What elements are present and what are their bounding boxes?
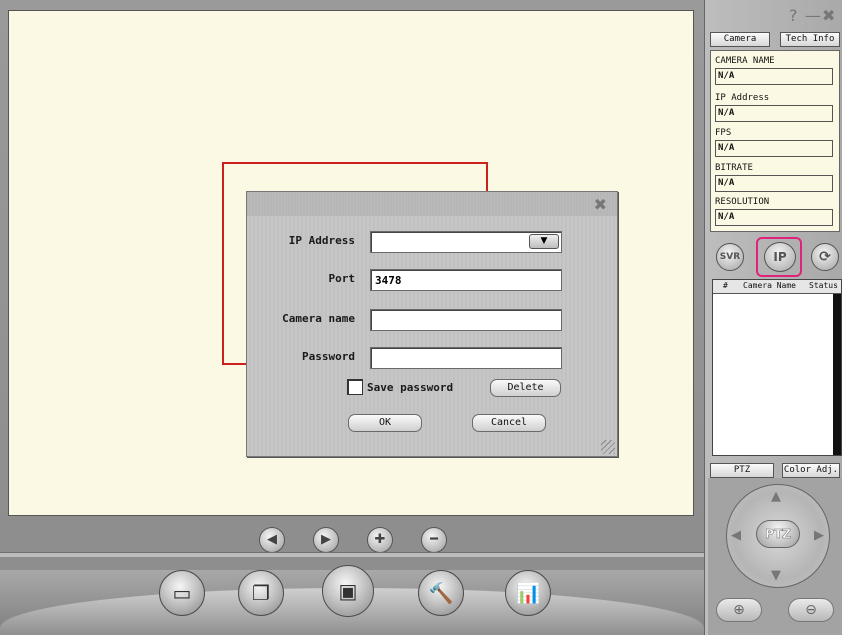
camera-list[interactable]: # Camera Name Status bbox=[712, 279, 842, 456]
cancel-button[interactable]: Cancel bbox=[472, 414, 546, 432]
toolbar-divider bbox=[0, 552, 704, 557]
ip-button[interactable]: IP bbox=[764, 242, 796, 272]
minimize-icon[interactable]: — bbox=[805, 6, 821, 25]
list-scrollbar[interactable] bbox=[833, 294, 841, 455]
bitrate-info-label: BITRATE bbox=[715, 163, 753, 173]
column-camera-name[interactable]: Camera Name bbox=[743, 281, 796, 290]
save-password-label: Save password bbox=[367, 381, 454, 394]
resolution-info-label: RESOLUTION bbox=[715, 197, 770, 207]
zoom-in-icon[interactable]: ⊕ bbox=[716, 598, 762, 622]
ptz-up-icon[interactable]: ▲ bbox=[771, 489, 781, 504]
zoom-out-icon[interactable]: ⊖ bbox=[788, 598, 834, 622]
remove-icon[interactable]: ━ bbox=[421, 527, 447, 553]
tab-ptz[interactable]: PTZ bbox=[710, 463, 774, 478]
tab-camera[interactable]: Camera bbox=[710, 32, 770, 47]
tools-icon[interactable]: 🔨 bbox=[418, 570, 464, 616]
ptz-down-icon[interactable]: ▼ bbox=[771, 568, 781, 583]
fullscreen-icon[interactable]: ▣ bbox=[322, 565, 374, 617]
add-camera-dialog: ✖ IP Address ▼ Port 3478 Camera name Pas… bbox=[246, 191, 618, 457]
ip-address-info-label: IP Address bbox=[715, 93, 770, 103]
chevron-down-icon[interactable]: ▼ bbox=[529, 234, 559, 249]
password-field[interactable] bbox=[370, 347, 562, 369]
delete-button[interactable]: Delete bbox=[490, 379, 561, 397]
camera-name-label: Camera name bbox=[282, 312, 355, 325]
ok-button[interactable]: OK bbox=[348, 414, 422, 432]
camera-info-panel: CAMERA NAME N/A IP Address N/A FPS N/A B… bbox=[710, 50, 840, 232]
resolution-info-value: N/A bbox=[715, 209, 833, 226]
port-field[interactable]: 3478 bbox=[370, 269, 562, 291]
filmstrip-icon[interactable]: ▭ bbox=[159, 570, 205, 616]
ip-address-info-value: N/A bbox=[715, 105, 833, 122]
add-icon[interactable]: ✚ bbox=[367, 527, 393, 553]
ptz-panel: ▲ ▼ ◀ ▶ PTZ ⊕ ⊖ bbox=[708, 478, 842, 635]
tab-color-adj[interactable]: Color Adj. bbox=[782, 463, 840, 478]
refresh-icon[interactable]: ⟳ bbox=[811, 243, 839, 271]
dialog-title-bar[interactable] bbox=[247, 192, 617, 216]
stats-icon[interactable]: 📊 bbox=[505, 570, 551, 616]
svr-button[interactable]: SVR bbox=[716, 243, 744, 271]
resize-grip-icon[interactable] bbox=[601, 440, 615, 454]
main-frame: ✖ IP Address ▼ Port 3478 Camera name Pas… bbox=[0, 0, 704, 635]
fps-info-label: FPS bbox=[715, 128, 732, 138]
column-status[interactable]: Status bbox=[809, 281, 838, 290]
previous-icon[interactable]: ◀ bbox=[259, 527, 285, 553]
help-icon[interactable]: ? bbox=[789, 6, 798, 25]
close-app-icon[interactable]: ✖ bbox=[822, 6, 835, 25]
column-number[interactable]: # bbox=[723, 281, 728, 290]
ip-address-select[interactable]: ▼ bbox=[370, 231, 562, 253]
camera-name-info-value: N/A bbox=[715, 68, 833, 85]
fps-info-value: N/A bbox=[715, 140, 833, 157]
camera-name-info-label: CAMERA NAME bbox=[715, 56, 775, 66]
bitrate-info-value: N/A bbox=[715, 175, 833, 192]
port-label: Port bbox=[328, 272, 356, 285]
close-icon[interactable]: ✖ bbox=[594, 195, 607, 214]
ptz-center-button[interactable]: PTZ bbox=[756, 520, 800, 548]
camera-name-field[interactable] bbox=[370, 309, 562, 331]
play-icon[interactable]: ▶ bbox=[313, 527, 339, 553]
ptz-right-icon[interactable]: ▶ bbox=[814, 528, 824, 543]
tab-tech-info[interactable]: Tech Info bbox=[780, 32, 840, 47]
password-label: Password bbox=[302, 350, 355, 363]
ip-address-label: IP Address bbox=[288, 234, 355, 247]
ptz-left-icon[interactable]: ◀ bbox=[731, 528, 741, 543]
window-icon[interactable]: ❐ bbox=[238, 570, 284, 616]
save-password-checkbox[interactable] bbox=[347, 379, 363, 395]
